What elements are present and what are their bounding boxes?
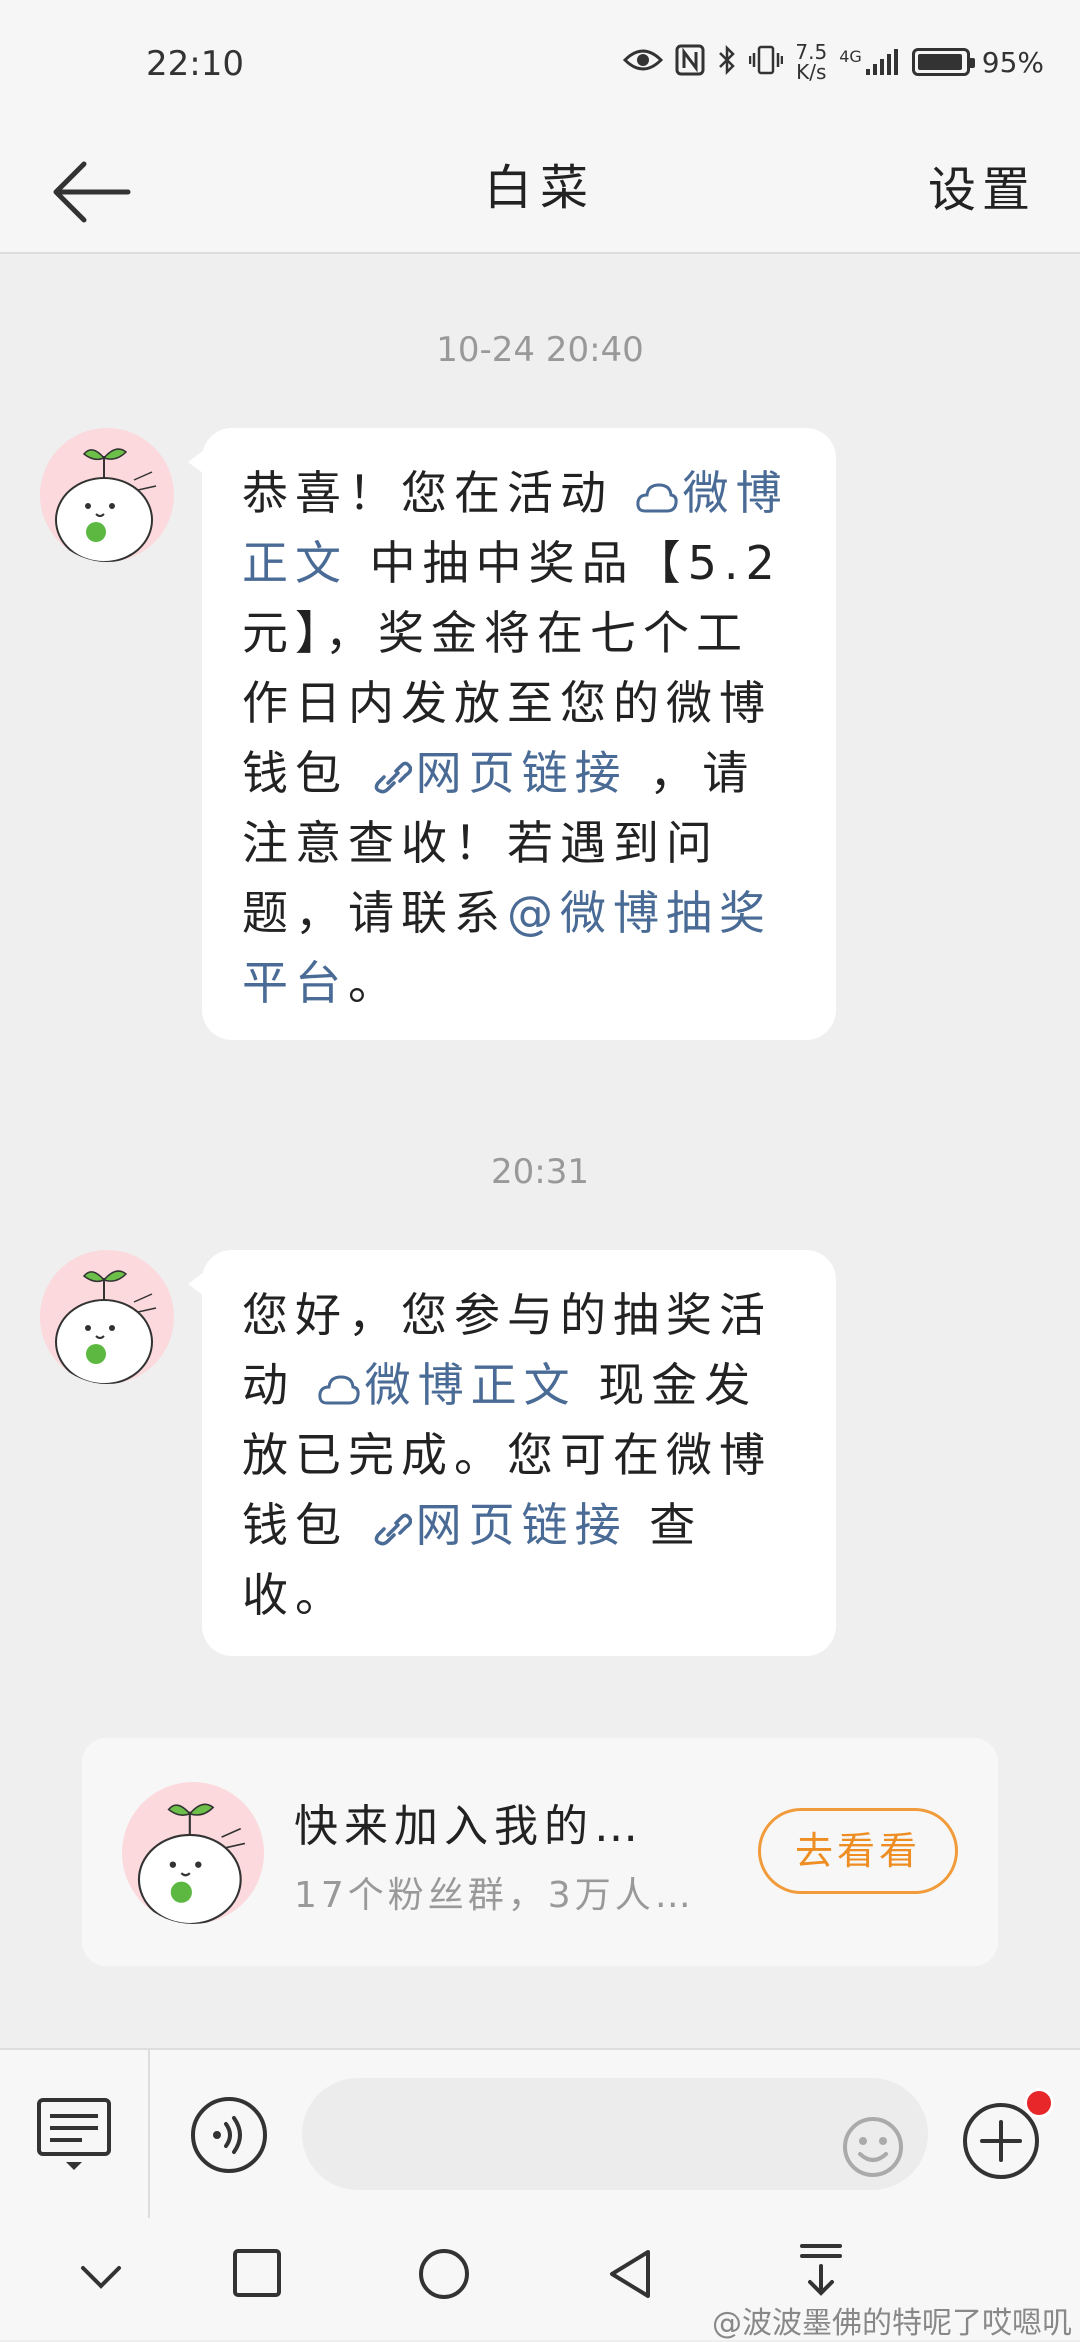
chat-header: 白菜 设置 [0,130,1080,254]
network-type: 4G [839,47,862,66]
nav-back-button[interactable] [606,2248,654,2304]
weibo-post-link[interactable]: 微博正文 [317,1358,577,1412]
notification-pull-button[interactable] [798,2242,844,2302]
speed-value: 7.5 [795,40,828,64]
link-icon [374,761,412,794]
menu-keyboard-icon [37,2098,111,2170]
avatar[interactable] [40,428,174,562]
page-title: 白菜 [483,160,596,216]
triangle-back-icon [610,2250,650,2298]
link-icon [374,1513,412,1546]
weibo-cloud-icon [636,483,678,513]
battery-percent: 95% [981,45,1044,79]
vibrate-icon [749,44,784,80]
web-link[interactable]: 网页链接 [370,1498,628,1552]
weibo-cloud-icon [318,1375,360,1405]
notification-dot [1024,2088,1054,2118]
status-bar: 22:10 7.5 K/s 4G 95% [0,0,1080,130]
signal-icon: 4G [839,47,900,77]
square-icon [233,2249,281,2297]
promo-subtitle: 17个粉丝群，3万人… [294,1875,695,1916]
web-link[interactable]: 网页链接 [370,746,628,800]
sprout-mascot-icon [55,1270,157,1384]
status-time: 22:10 [146,44,244,84]
settings-button[interactable]: 设置 [928,150,1036,220]
fan-group-card[interactable]: 快来加入我的… 17个粉丝群，3万人… 去看看 [82,1738,998,1966]
message-text: 恭喜！您在活动 [242,466,635,520]
avatar[interactable] [40,1250,174,1384]
chevron-down-icon [81,2266,121,2289]
battery-icon [911,48,975,76]
hide-nav-button[interactable] [78,2262,124,2296]
nfc-icon [675,44,705,80]
weibo-post-link-label: 微博正文 [364,1358,577,1412]
view-group-button[interactable]: 去看看 [758,1808,958,1894]
sprout-mascot-icon [55,448,157,562]
web-link-label: 网页链接 [415,746,628,800]
sprout-mascot-icon [137,1803,246,1924]
group-avatar [122,1782,264,1924]
message-input[interactable] [302,2078,928,2190]
emoji-button[interactable] [842,2116,904,2182]
menu-toggle-button[interactable] [36,2096,112,2180]
message-input-bar [0,2048,1080,2218]
bluetooth-icon [717,44,737,80]
web-link-label: 网页链接 [415,1498,628,1552]
pull-down-icon [800,2244,842,2296]
status-icons: 7.5 K/s 4G 95% [623,42,1044,82]
voice-icon [191,2097,267,2173]
eye-icon [623,46,664,78]
system-nav-bar: @波波墨佛的特呢了哎嗯叽 [0,2218,1080,2341]
promo-title: 快来加入我的… [294,1801,644,1852]
voice-button[interactable] [190,2096,268,2178]
home-button[interactable] [418,2248,470,2304]
message-bubble: 恭喜！您在活动 微博正文 中抽中奖品【5.2元】，奖金将在七个工作日内发放至您的… [188,428,836,1040]
watermark: @波波墨佛的特呢了哎嗯叽 [712,2306,1072,2341]
message-timestamp: 20:31 [491,1152,589,1192]
message-timestamp: 10-24 20:40 [436,330,644,370]
network-speed: 7.5 K/s [795,42,827,82]
recents-button[interactable] [232,2248,282,2302]
circle-icon [419,2249,469,2299]
message-text: 。 [348,956,401,1010]
speed-unit: K/s [796,60,827,84]
input-divider [148,2050,150,2218]
battery-fill [917,54,962,70]
message-bubble: 您好，您参与的抽奖活动 微博正文 现金发放已完成。您可在微博钱包 网页链接 查收… [188,1250,836,1656]
emoji-icon [843,2117,903,2177]
